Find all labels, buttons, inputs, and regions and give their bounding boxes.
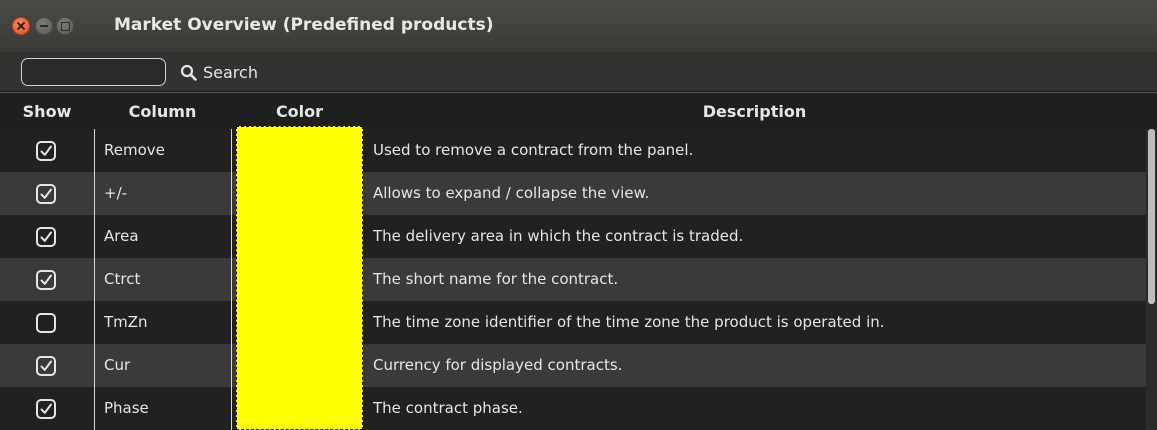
- header-column[interactable]: Column: [94, 93, 231, 130]
- show-checkbox[interactable]: [36, 227, 56, 247]
- table-row[interactable]: Remove Used to remove a contract from the…: [0, 129, 1146, 172]
- table-row[interactable]: Area The delivery area in which the contr…: [0, 215, 1146, 258]
- show-checkbox[interactable]: [36, 184, 56, 204]
- checkmark-icon: [40, 360, 52, 371]
- description-cell: The time zone identifier of the time zon…: [373, 313, 885, 331]
- checkmark-icon: [40, 145, 52, 156]
- show-checkbox[interactable]: [36, 270, 56, 290]
- show-checkbox[interactable]: [36, 356, 56, 376]
- description-cell: Currency for displayed contracts.: [373, 356, 623, 374]
- show-checkbox[interactable]: [36, 399, 56, 419]
- table-row[interactable]: Phase The contract phase.: [0, 387, 1146, 430]
- column-name-cell: Ctrct: [104, 270, 141, 288]
- column-divider: [231, 129, 232, 430]
- search-toolbar: Search: [0, 52, 1157, 92]
- column-name-cell: Area: [104, 227, 139, 245]
- table-row[interactable]: TmZn The time zone identifier of the time…: [0, 301, 1146, 344]
- table-row[interactable]: Cur Currency for displayed contracts.: [0, 344, 1146, 387]
- show-cell: [0, 301, 94, 344]
- show-cell: [0, 258, 94, 301]
- search-button[interactable]: Search: [180, 60, 258, 84]
- search-button-label: Search: [203, 62, 258, 82]
- description-cell: Allows to expand / collapse the view.: [373, 184, 650, 202]
- show-checkbox[interactable]: [36, 141, 56, 161]
- header-show[interactable]: Show: [0, 93, 94, 130]
- checkmark-icon: [40, 274, 52, 285]
- column-name-cell: Remove: [104, 141, 165, 159]
- table-header: Show Column Color Description: [0, 92, 1157, 129]
- show-checkbox[interactable]: [36, 313, 56, 333]
- description-cell: The contract phase.: [373, 399, 523, 417]
- column-divider: [94, 129, 95, 430]
- show-cell: [0, 387, 94, 430]
- table-row[interactable]: +/- Allows to expand / collapse the view.: [0, 172, 1146, 215]
- search-icon: [180, 64, 197, 81]
- title-bar: Market Overview (Predefined products): [0, 0, 1157, 52]
- show-cell: [0, 215, 94, 258]
- column-name-cell: +/-: [104, 184, 128, 202]
- description-cell: The short name for the contract.: [373, 270, 619, 288]
- close-window-button[interactable]: [12, 17, 30, 35]
- table-body: Remove Used to remove a contract from the…: [0, 129, 1146, 430]
- checkmark-icon: [40, 403, 52, 414]
- checkmark-icon: [40, 231, 52, 242]
- header-description[interactable]: Description: [363, 93, 1146, 130]
- description-cell: The delivery area in which the contract …: [373, 227, 744, 245]
- column-name-cell: Cur: [104, 356, 131, 374]
- maximize-window-button[interactable]: [56, 17, 74, 35]
- description-cell: Used to remove a contract from the panel…: [373, 141, 694, 159]
- window-title: Market Overview (Predefined products): [114, 15, 494, 35]
- show-cell: [0, 172, 94, 215]
- minimize-window-button[interactable]: [35, 17, 53, 35]
- show-cell: [0, 344, 94, 387]
- color-swatch-column[interactable]: [236, 126, 363, 430]
- header-color[interactable]: Color: [236, 93, 363, 130]
- checkmark-icon: [40, 188, 52, 199]
- table-row[interactable]: Ctrct The short name for the contract.: [0, 258, 1146, 301]
- column-name-cell: TmZn: [104, 313, 148, 331]
- column-name-cell: Phase: [104, 399, 149, 417]
- search-input[interactable]: [21, 58, 166, 86]
- scrollbar-thumb[interactable]: [1148, 129, 1155, 304]
- show-cell: [0, 129, 94, 172]
- vertical-scrollbar[interactable]: [1146, 129, 1157, 430]
